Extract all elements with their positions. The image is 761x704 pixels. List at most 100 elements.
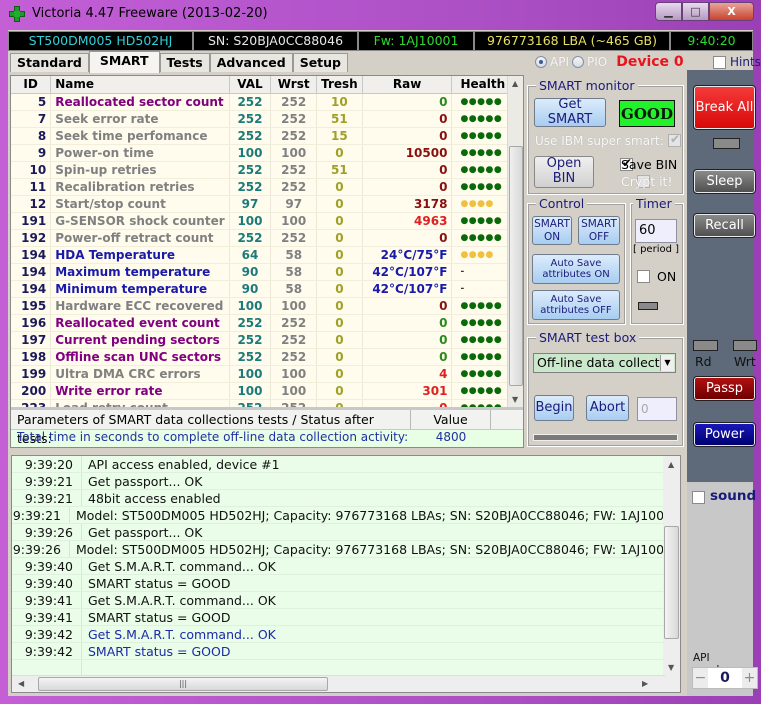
scroll-left-icon[interactable]: ◀ [18, 679, 24, 688]
save-bin-label: Save BIN [621, 157, 678, 172]
attr-value: 252 [229, 178, 272, 196]
decrement-button[interactable]: − [693, 668, 708, 688]
table-row[interactable]: 199 Ultra DMA CRC errors 100 100 0 4 ●●●●● [11, 365, 523, 383]
api-number-stepper[interactable]: − 0 + [692, 667, 758, 689]
smart-test-title: SMART test box [536, 330, 640, 345]
table-row[interactable]: 195 Hardware ECC recovered 100 100 0 0 ●●●●● [11, 297, 523, 315]
autosave-off-button[interactable]: Auto Save attributes OFF [532, 290, 620, 320]
table-row[interactable]: 10 Spin-up retries 252 252 51 0 ●●●●● [11, 161, 523, 179]
title-bar[interactable]: Victoria 4.47 Freeware (2013-02-20) ▁ □ … [0, 0, 761, 30]
attr-threshold: 0 [316, 314, 363, 332]
tab-smart[interactable]: SMART [88, 51, 160, 73]
table-row[interactable]: 191 G-SENSOR shock counter 100 100 0 4963 ●●●●… [11, 212, 523, 230]
timer-on-checkbox[interactable] [637, 270, 650, 283]
sound-label: sound [710, 488, 757, 504]
attr-worst: 100 [270, 144, 318, 162]
table-row[interactable]: 192 Power-off retract count 252 252 0 0 ●●●●● [11, 229, 523, 247]
table-row[interactable]: 194 Maximum temperature 90 58 0 42°C/107°F - [11, 263, 523, 281]
col-val[interactable]: VAL [229, 76, 272, 94]
hints-label: Hints [730, 55, 761, 69]
table-row[interactable]: 12 Start/stop count 97 97 0 3178 ●●●● [11, 195, 523, 213]
minimize-button[interactable]: ▁ [655, 2, 682, 21]
table-row[interactable]: 198 Offline scan UNC sectors 252 252 0 0 ●●●●● [11, 348, 523, 366]
ibm-super-smart-checkbox[interactable] [668, 132, 681, 147]
smart-table-scrollbar[interactable]: ▲ ▼ [507, 76, 523, 407]
get-smart-button[interactable]: Get SMART [534, 97, 606, 127]
attr-name: Recalibration retries [50, 178, 230, 196]
scroll-up-icon[interactable]: ▲ [512, 79, 518, 88]
break-all-button[interactable]: Break All [693, 85, 756, 130]
col-tresh[interactable]: Tresh [316, 76, 363, 94]
hints-checkbox[interactable] [713, 55, 726, 69]
smart-on-button[interactable]: SMART ON [532, 216, 572, 245]
increment-button[interactable]: + [742, 668, 757, 688]
passp-button[interactable]: Passp [693, 376, 756, 401]
smart-off-button[interactable]: SMART OFF [578, 216, 620, 245]
recall-button[interactable]: Recall [693, 213, 756, 238]
test-type-value: Off-line data collect [537, 355, 660, 370]
sound-toggle[interactable]: sound [687, 482, 757, 512]
api-radio[interactable] [535, 56, 547, 68]
scroll-down-icon[interactable]: ▼ [668, 663, 674, 672]
tab-tests[interactable]: Tests [159, 53, 210, 72]
log-vertical-scrollbar[interactable]: ▲ ▼ [663, 456, 680, 692]
attr-worst: 97 [270, 195, 318, 213]
table-row[interactable]: 11 Recalibration retries 252 252 0 0 ●●●●● [11, 178, 523, 196]
col-health[interactable]: Health [451, 76, 511, 94]
attr-worst: 100 [270, 212, 318, 230]
tab-standard[interactable]: Standard [10, 53, 89, 72]
log-horizontal-scrollbar[interactable]: ◀ ||| ▶ [12, 675, 665, 692]
hints-toggle[interactable]: Hints [713, 55, 761, 69]
device-indicator: Device 0 [616, 54, 684, 70]
attr-threshold: 0 [316, 246, 363, 264]
col-raw[interactable]: Raw [362, 76, 453, 94]
tab-setup[interactable]: Setup [292, 53, 348, 72]
chevron-down-icon[interactable]: ▼ [660, 355, 674, 371]
attr-health: ●●●●● [451, 144, 511, 162]
maximize-button[interactable]: □ [682, 2, 709, 21]
tab-advanced[interactable]: Advanced [209, 53, 293, 72]
table-row[interactable]: 194 HDA Temperature 64 58 0 24°C/75°F ●●●● [11, 246, 523, 264]
scroll-down-icon[interactable]: ▼ [512, 395, 518, 404]
attr-id: 5 [11, 93, 52, 111]
power-button[interactable]: Power [693, 422, 756, 447]
log-entry: 9:39:26 Model: ST500DM005 HD502HJ; Capaci… [12, 541, 680, 558]
attr-id: 199 [11, 365, 52, 383]
scroll-thumb[interactable] [509, 146, 523, 386]
col-wrst[interactable]: Wrst [270, 76, 318, 94]
col-name[interactable]: Name [50, 76, 230, 94]
table-row[interactable]: 196 Reallocated event count 252 252 0 0 ●●●●● [11, 314, 523, 332]
test-type-select[interactable]: Off-line data collect ▼ [533, 353, 676, 373]
api-number-value[interactable]: 0 [708, 668, 742, 688]
open-bin-button[interactable]: Open BIN [534, 156, 594, 188]
log-time: 9:39:21 [12, 507, 70, 523]
attr-worst: 100 [270, 382, 318, 400]
scroll-up-icon[interactable]: ▲ [668, 460, 674, 469]
table-row[interactable]: 7 Seek error rate 252 252 51 0 ●●●●● [11, 110, 523, 128]
pio-radio[interactable] [571, 56, 584, 68]
attr-name: HDA Temperature [50, 246, 230, 264]
attr-health: ●●●●● [451, 229, 511, 247]
scroll-right-icon[interactable]: ▶ [642, 679, 648, 688]
params-header: Parameters of SMART data collections tes… [11, 410, 523, 446]
table-row[interactable]: 194 Minimum temperature 90 58 0 42°C/107°F - [11, 280, 523, 298]
log-hscroll-thumb[interactable]: ||| [38, 677, 328, 691]
autosave-on-button[interactable]: Auto Save attributes ON [532, 254, 620, 284]
table-row[interactable]: 197 Current pending sectors 252 252 0 0 ●●●●● [11, 331, 523, 349]
attr-value: 90 [229, 263, 272, 281]
col-id[interactable]: ID [11, 76, 52, 94]
timer-input[interactable]: 60 [635, 219, 677, 243]
table-row[interactable]: 200 Write error rate 100 100 0 301 ●●●●● [11, 382, 523, 400]
attr-value: 252 [229, 161, 272, 179]
sound-checkbox[interactable] [692, 491, 705, 504]
close-button[interactable]: X [709, 2, 754, 21]
table-row[interactable]: 8 Seek time perfomance 252 252 15 0 ●●●●● [11, 127, 523, 145]
table-row[interactable]: 9 Power-on time 100 100 0 10500 ●●●●● [11, 144, 523, 162]
sleep-button[interactable]: Sleep [693, 169, 756, 194]
begin-button[interactable]: Begin [534, 395, 574, 421]
attr-health: ●●●●● [451, 297, 511, 315]
table-row[interactable]: 5 Reallocated sector count 252 252 10 0 ●●●●● [11, 93, 523, 111]
log-scroll-thumb[interactable] [664, 526, 679, 639]
abort-button[interactable]: Abort [586, 395, 629, 421]
drive-capacity: 976773168 LBA (~465 GB) [474, 31, 670, 51]
